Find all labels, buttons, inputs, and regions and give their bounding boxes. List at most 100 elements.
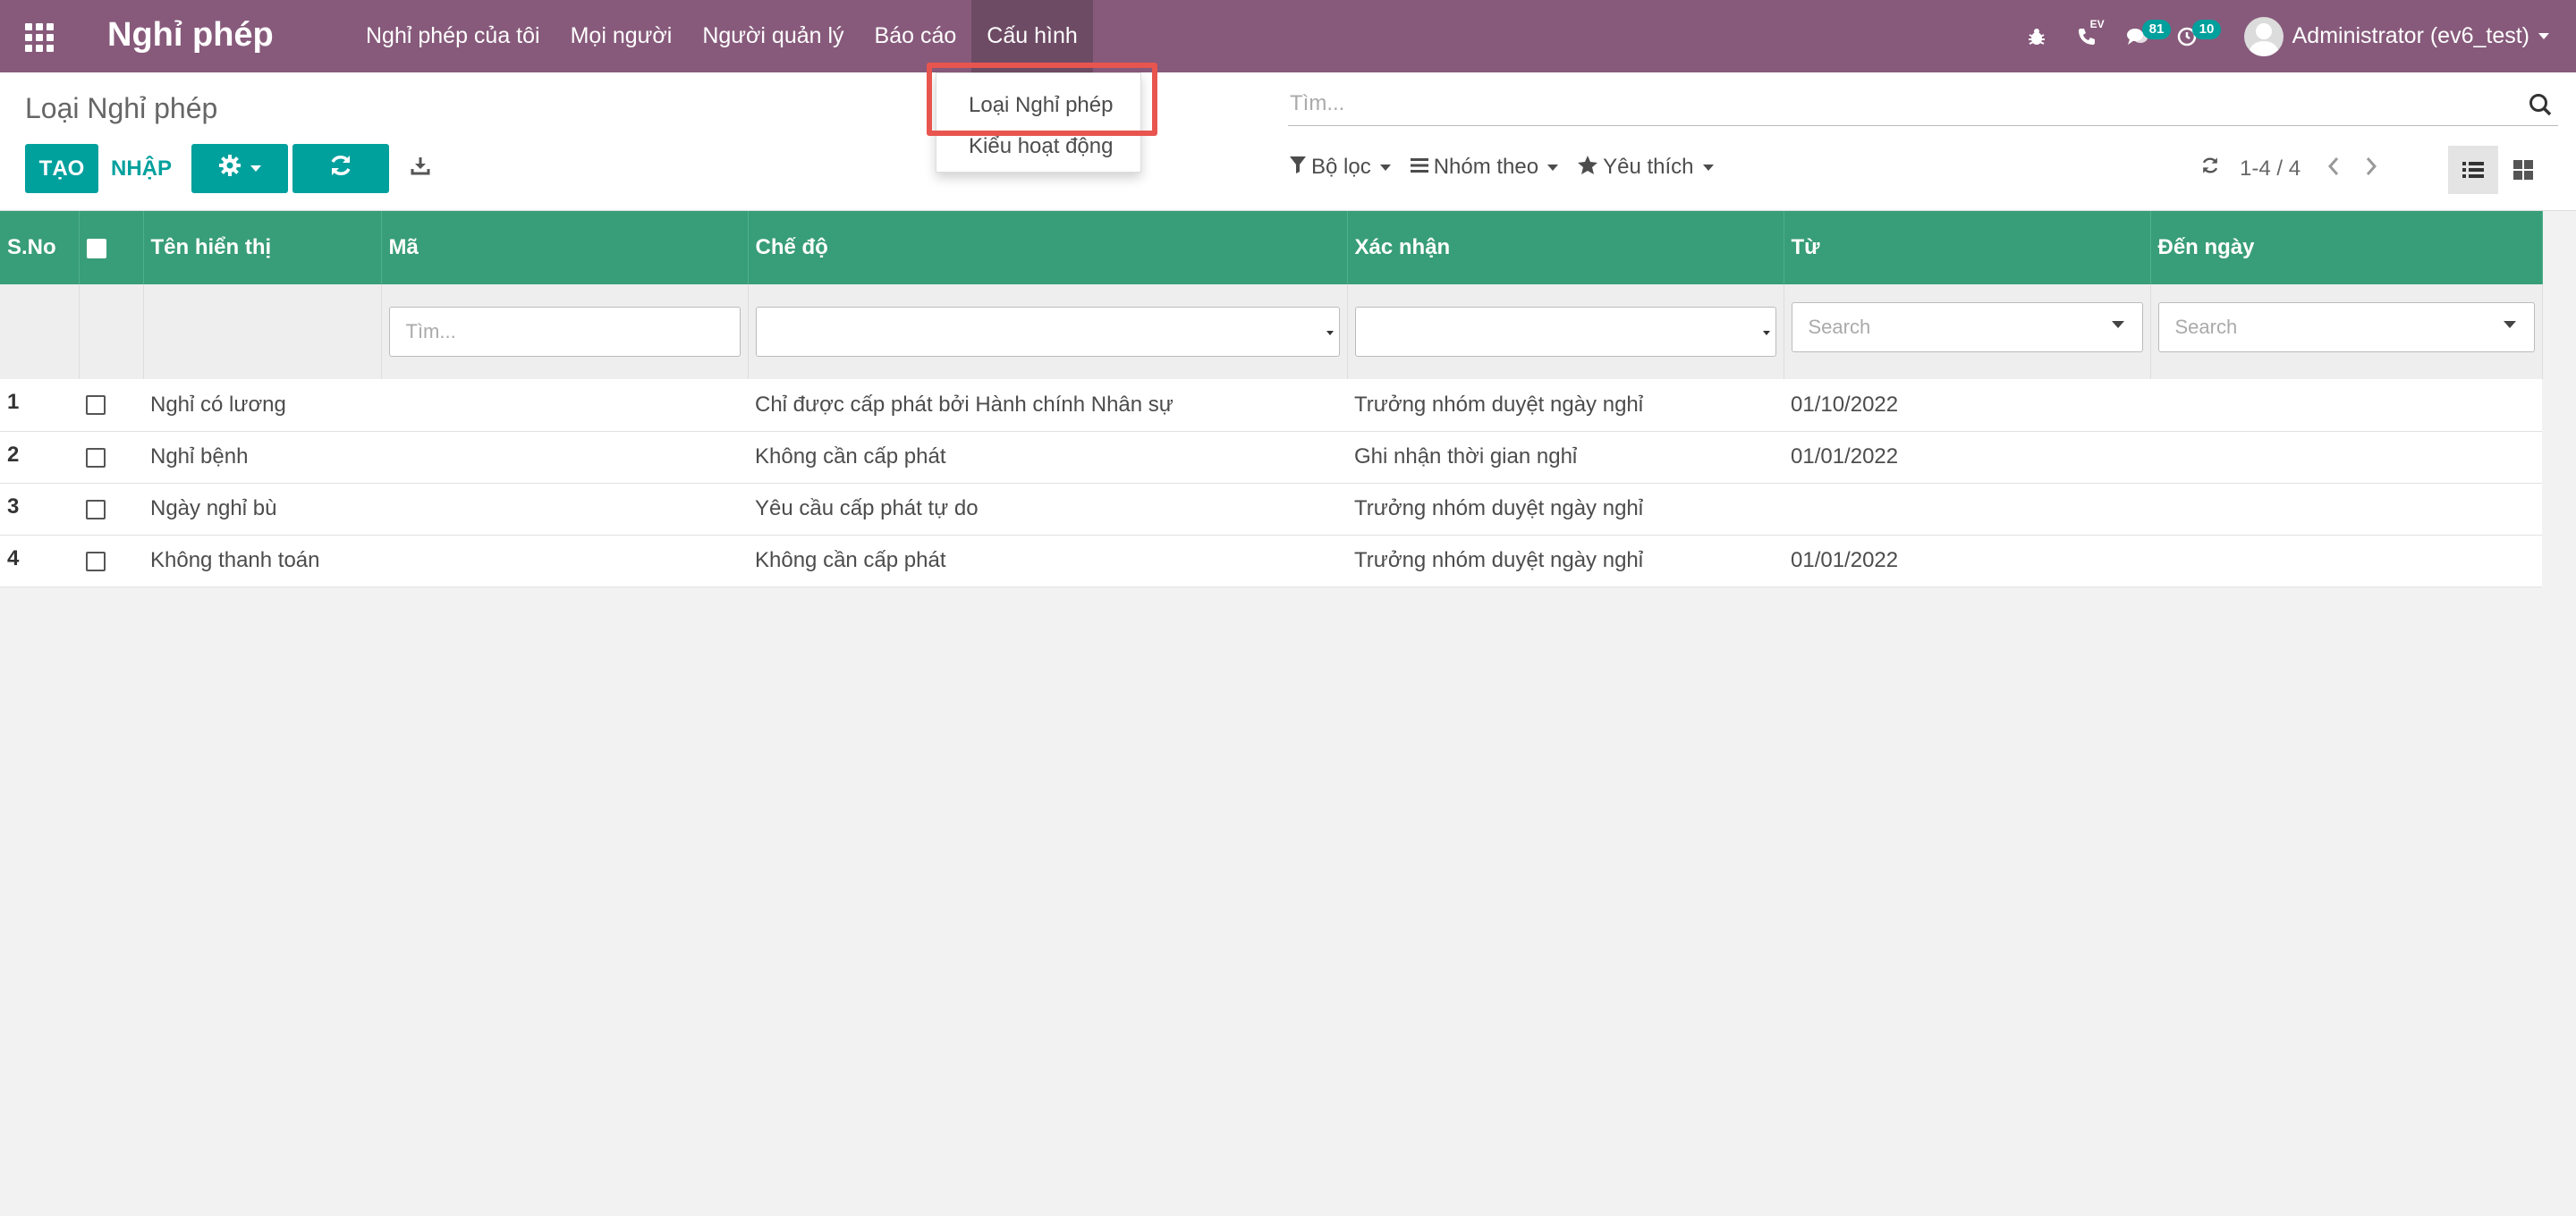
cell-to-date[interactable] xyxy=(2150,379,2542,432)
leave-types-table: S.No Tên hiển thị Mã Chế độ Xác nhận Từ … xyxy=(0,211,2543,587)
cell-to-date[interactable] xyxy=(2150,431,2542,484)
column-sno[interactable]: S.No xyxy=(0,211,80,284)
export-download-button[interactable] xyxy=(397,144,444,193)
search-options: Bộ lọc Nhóm theo Yêu thích xyxy=(1290,155,1733,180)
kanban-view-icon[interactable] xyxy=(2498,146,2548,194)
column-mode[interactable]: Chế độ xyxy=(748,211,1348,284)
group-bars-icon xyxy=(1410,156,1428,179)
reload-button[interactable] xyxy=(292,144,389,193)
cell-display-name[interactable]: Nghỉ có lương xyxy=(143,379,381,432)
filter-cell-empty xyxy=(143,284,382,379)
column-code[interactable]: Mã xyxy=(381,211,749,284)
cell-from[interactable]: 01/01/2022 xyxy=(1784,535,2150,587)
chevron-down-icon xyxy=(1379,164,1391,171)
row-checkbox[interactable] xyxy=(86,499,106,519)
cell-code[interactable] xyxy=(381,379,748,432)
app-title[interactable]: Nghỉ phép xyxy=(107,13,274,57)
menu-everyone[interactable]: Mọi người xyxy=(555,0,688,72)
apps-grid-icon[interactable] xyxy=(25,23,54,52)
cell-from[interactable] xyxy=(1784,483,2150,536)
create-button[interactable]: TẠO xyxy=(25,144,98,193)
import-button[interactable]: NHẬP xyxy=(100,144,182,193)
cell-code[interactable] xyxy=(381,431,748,484)
cell-mode[interactable]: Không cần cấp phát xyxy=(748,535,1347,587)
cell-from[interactable]: 01/01/2022 xyxy=(1784,431,2150,484)
row-checkbox[interactable] xyxy=(86,551,106,571)
column-select-all[interactable] xyxy=(79,211,144,284)
control-panel: Loại Nghỉ phép TẠO NHẬP Bộ lọc xyxy=(0,72,2576,211)
cell-display-name[interactable]: Nghỉ bệnh xyxy=(143,431,381,484)
menu-managers[interactable]: Người quản lý xyxy=(687,0,859,72)
dropdown-item-leave-types[interactable]: Loại Nghỉ phép xyxy=(969,93,1113,118)
debug-bug-icon[interactable] xyxy=(2012,0,2062,72)
pager-next-icon[interactable] xyxy=(2365,155,2377,182)
cell-to-date[interactable] xyxy=(2150,483,2542,536)
code-filter-input[interactable]: Tìm... xyxy=(388,307,741,357)
menu-my-leaves[interactable]: Nghỉ phép của tôi xyxy=(351,0,555,72)
cell-mode[interactable]: Chỉ được cấp phát bởi Hành chính Nhân sự xyxy=(748,379,1347,432)
from-date-filter[interactable]: Search xyxy=(1791,302,2143,352)
column-display-name[interactable]: Tên hiển thị xyxy=(143,211,382,284)
select-all-checkbox[interactable] xyxy=(86,238,106,258)
list-view: S.No Tên hiển thị Mã Chế độ Xác nhận Từ … xyxy=(0,211,2576,587)
cell-validation[interactable]: Trưởng nhóm duyệt ngày nghỉ xyxy=(1347,379,1784,432)
filter-cell-empty xyxy=(79,284,144,379)
mode-filter-select[interactable] xyxy=(755,307,1340,357)
cell-to-date[interactable] xyxy=(2150,535,2542,587)
table-header-row: S.No Tên hiển thị Mã Chế độ Xác nhận Từ … xyxy=(0,211,2543,284)
pager-previous-icon[interactable] xyxy=(2327,155,2340,182)
row-number: 4 xyxy=(0,535,79,587)
main-menu: Nghỉ phép của tôi Mọi người Người quản l… xyxy=(351,0,1093,72)
filter-funnel-icon xyxy=(1290,156,1306,179)
table-row[interactable]: 1 Nghỉ có lương Chỉ được cấp phát bởi Hà… xyxy=(0,379,2542,432)
cell-code[interactable] xyxy=(381,483,748,536)
refresh-icon xyxy=(328,153,353,184)
filters-dropdown[interactable]: Bộ lọc xyxy=(1290,155,1391,180)
pager-refresh-icon[interactable] xyxy=(2200,156,2220,182)
action-gear-button[interactable] xyxy=(191,144,288,193)
favorites-dropdown[interactable]: Yêu thích xyxy=(1578,155,1714,180)
configuration-dropdown-menu: Loại Nghỉ phép Kiểu hoạt động xyxy=(936,72,1141,173)
row-select-cell xyxy=(79,483,143,536)
gear-icon xyxy=(218,154,242,183)
cell-display-name[interactable]: Không thanh toán xyxy=(143,535,381,587)
column-to-date[interactable]: Đến ngày xyxy=(2150,211,2543,284)
list-view-icon[interactable] xyxy=(2448,146,2498,194)
row-number: 2 xyxy=(0,431,79,484)
row-number: 3 xyxy=(0,483,79,536)
to-date-filter[interactable]: Search xyxy=(2157,302,2535,352)
cell-validation[interactable]: Trưởng nhóm duyệt ngày nghỉ xyxy=(1347,535,1784,587)
pager-value[interactable]: 1-4 / 4 xyxy=(2240,156,2301,182)
row-checkbox[interactable] xyxy=(86,447,106,468)
table-row[interactable]: 3 Ngày nghỉ bù Yêu cầu cấp phát tự do Tr… xyxy=(0,483,2542,536)
cell-validation[interactable]: Ghi nhận thời gian nghỉ xyxy=(1347,431,1784,484)
table-row[interactable]: 2 Nghỉ bệnh Không cần cấp phát Ghi nhận … xyxy=(0,431,2542,484)
search-icon[interactable] xyxy=(2528,92,2553,117)
cell-mode[interactable]: Không cần cấp phát xyxy=(748,431,1347,484)
select-caret-icon xyxy=(1762,331,1770,335)
dropdown-item-activity-types[interactable]: Kiểu hoạt động xyxy=(969,134,1113,159)
search-input[interactable] xyxy=(1288,85,2487,122)
to-filter-placeholder: Search xyxy=(2174,316,2238,338)
dropdown-caret-icon xyxy=(2111,321,2124,328)
activity-clock-icon[interactable]: 10 xyxy=(2162,0,2222,72)
row-checkbox[interactable] xyxy=(86,395,106,416)
groupby-dropdown[interactable]: Nhóm theo xyxy=(1410,155,1559,180)
top-navbar: Nghỉ phép Nghỉ phép của tôi Mọi người Ng… xyxy=(0,0,2576,72)
menu-reporting[interactable]: Báo cáo xyxy=(860,0,972,72)
column-validation[interactable]: Xác nhận xyxy=(1347,211,1784,284)
cell-code[interactable] xyxy=(381,535,748,587)
chevron-down-icon xyxy=(2538,33,2549,39)
column-from[interactable]: Từ xyxy=(1784,211,2151,284)
table-row[interactable]: 4 Không thanh toán Không cần cấp phát Tr… xyxy=(0,535,2542,587)
validation-filter-select[interactable] xyxy=(1354,307,1776,357)
phone-voip-icon[interactable]: EV xyxy=(2062,0,2112,72)
user-menu[interactable]: Administrator (ev6_test) xyxy=(2212,0,2576,72)
messages-chat-icon[interactable]: 81 xyxy=(2112,0,2172,72)
cell-from[interactable]: 01/10/2022 xyxy=(1784,379,2150,432)
cell-display-name[interactable]: Ngày nghỉ bù xyxy=(143,483,381,536)
filter-cell-validation xyxy=(1347,284,1784,379)
cell-mode[interactable]: Yêu cầu cấp phát tự do xyxy=(748,483,1347,536)
menu-configuration[interactable]: Cấu hình xyxy=(971,0,1093,72)
cell-validation[interactable]: Trưởng nhóm duyệt ngày nghỉ xyxy=(1347,483,1784,536)
